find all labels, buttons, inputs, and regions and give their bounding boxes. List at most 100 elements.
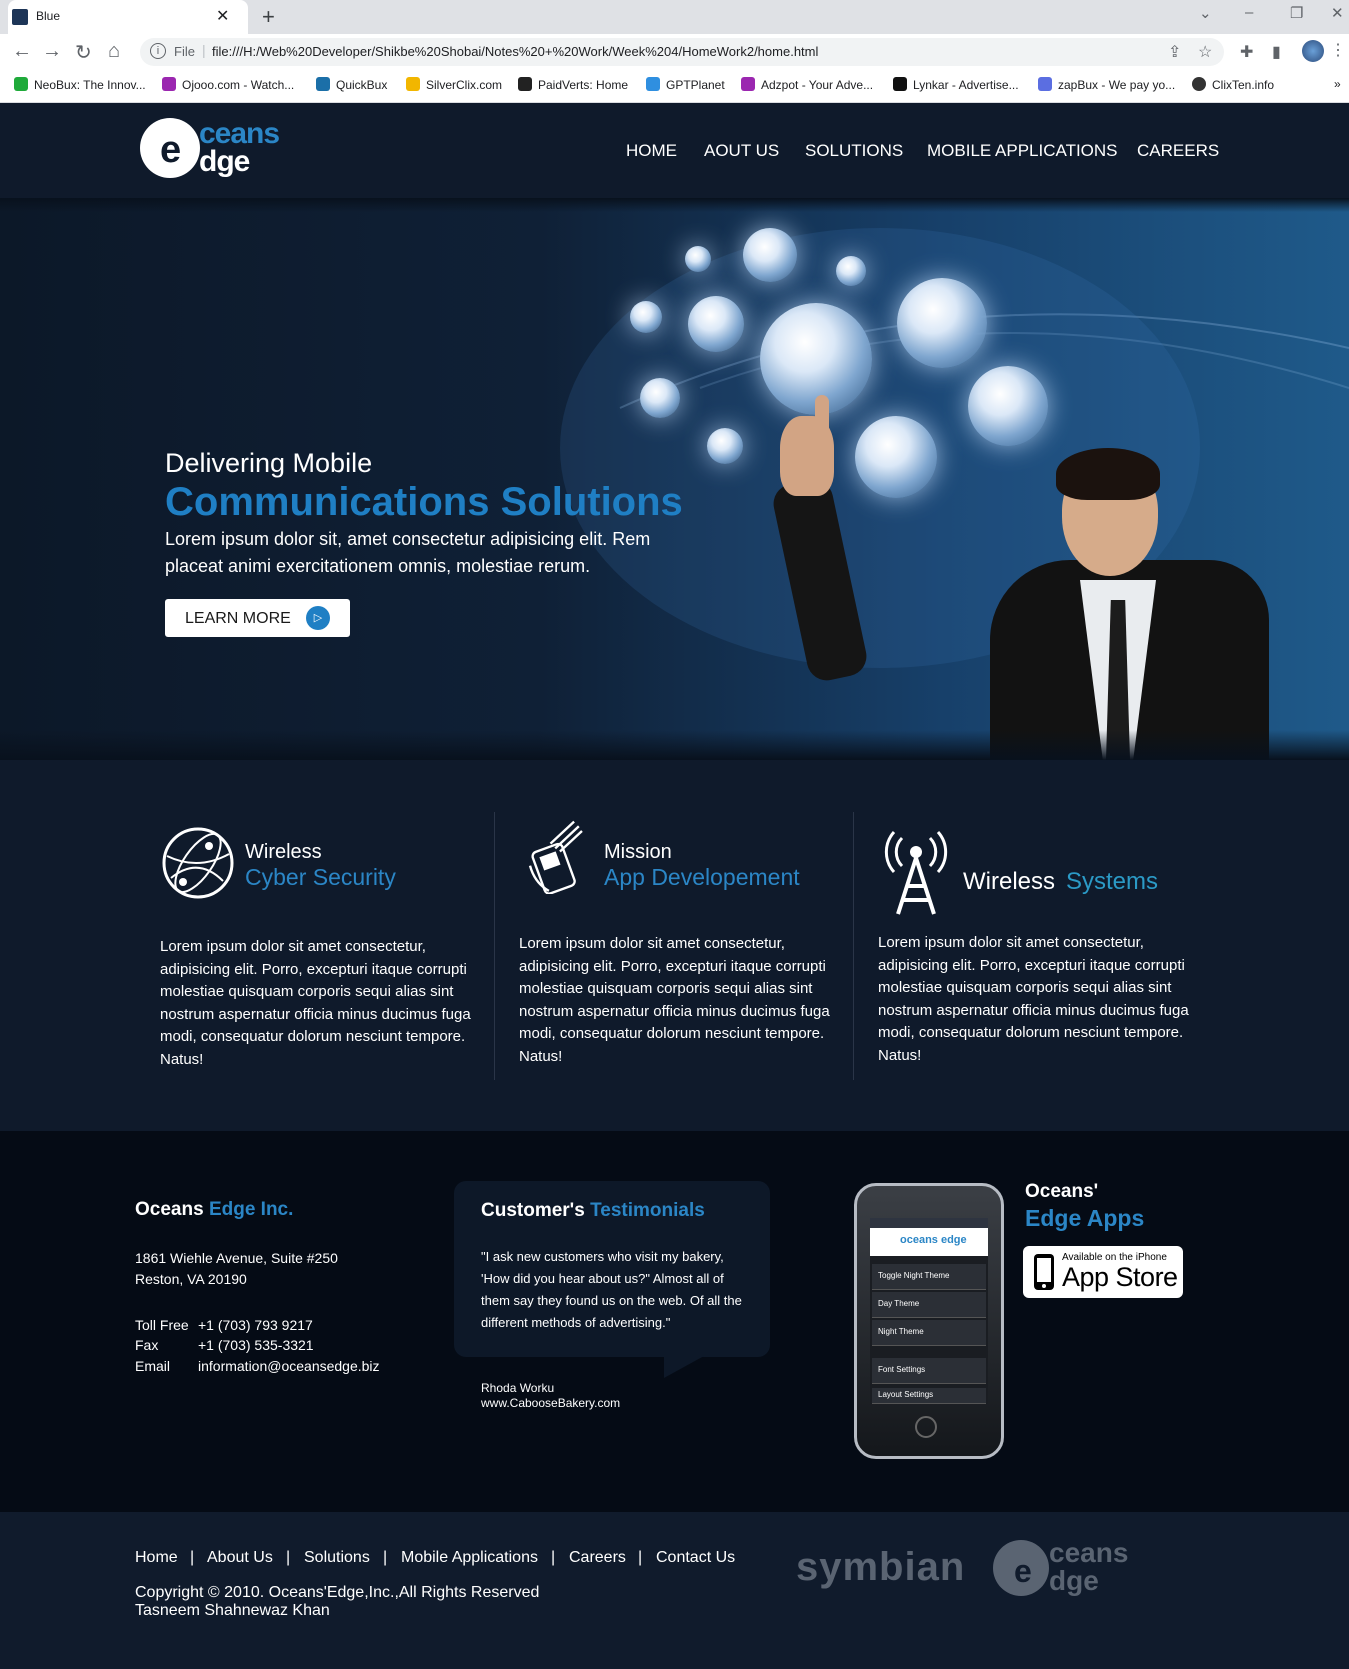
user-bubble-icon <box>855 416 937 498</box>
footer-logo-e-letter: e <box>1014 1553 1032 1589</box>
hero-top-shadow <box>0 198 1349 212</box>
footer-link-separator: | <box>286 1549 291 1566</box>
iphone-icon <box>1034 1254 1054 1290</box>
url-separator: | <box>202 42 206 58</box>
email-link[interactable]: information@oceansedge.biz <box>198 1356 380 1377</box>
back-icon[interactable]: ← <box>12 40 32 63</box>
phone-hand-icon <box>528 820 583 894</box>
user-bubble-icon <box>688 296 744 352</box>
forward-icon[interactable]: → <box>42 40 62 63</box>
bookmark-item[interactable]: PaidVerts: Home <box>518 77 628 92</box>
bookmark-item[interactable]: ClixTen.info <box>1192 77 1274 92</box>
close-window-icon[interactable]: ✕ <box>1331 4 1344 22</box>
feature-divider <box>853 812 854 1080</box>
footer-link-mobile-applications[interactable]: Mobile Applications <box>401 1549 538 1567</box>
bookmark-item[interactable]: SilverClix.com <box>406 77 502 92</box>
network-bubble-icon <box>685 246 711 272</box>
footer-link-separator: | <box>638 1549 643 1566</box>
testimonial-website[interactable]: www.CabooseBakery.com <box>481 1396 620 1410</box>
tab-search-icon[interactable]: ⌄ <box>1199 4 1212 22</box>
symbian-logo: symbian <box>796 1545 966 1589</box>
footer-logo-edge-text: dge <box>1049 1565 1099 1596</box>
bookmark-favicon-icon <box>1192 77 1206 91</box>
bookmark-item[interactable]: zapBux - We pay yo... <box>1038 77 1175 92</box>
site-info-icon[interactable]: i <box>150 43 166 59</box>
bookmark-item[interactable]: Adzpot - Your Adve... <box>741 77 873 92</box>
nav-about[interactable]: AOUT US <box>704 141 779 161</box>
iphone-app-logo: oceans edge <box>900 1234 967 1246</box>
menu-icon[interactable]: ⋮ <box>1330 40 1346 60</box>
footer-link-home[interactable]: Home <box>135 1549 178 1567</box>
globe-icon <box>162 827 234 899</box>
home-icon[interactable]: ⌂ <box>108 40 120 63</box>
restore-icon[interactable]: ❐ <box>1290 4 1303 22</box>
user-bubble-icon <box>836 256 866 286</box>
share-icon[interactable]: ⇪ <box>1168 42 1181 62</box>
url-text[interactable]: file:///H:/Web%20Developer/Shikbe%20Shob… <box>212 44 818 59</box>
bookmarks-overflow-icon[interactable]: » <box>1334 77 1341 91</box>
nav-home[interactable]: HOME <box>626 141 677 161</box>
iphone-setting-row: Font Settings <box>872 1358 986 1384</box>
feature-3-heading: Wireless <box>963 868 1056 895</box>
iphone-home-button <box>915 1416 937 1438</box>
footer-link-separator: | <box>551 1549 556 1566</box>
bookmark-item[interactable]: GPTPlanet <box>646 77 725 92</box>
feature-2-subheading: App Developement <box>604 864 800 890</box>
copyright-text: Copyright © 2010. Oceans'Edge,Inc.,All R… <box>135 1584 540 1601</box>
footer-link-contact[interactable]: Contact Us <box>656 1549 735 1567</box>
bookmark-item[interactable]: Ojooo.com - Watch... <box>162 77 294 92</box>
bookmark-favicon-icon <box>162 77 176 91</box>
tab-close-icon[interactable]: ✕ <box>216 6 229 26</box>
footer-link-separator: | <box>383 1549 388 1566</box>
bookmark-item[interactable]: QuickBux <box>316 77 387 92</box>
nav-solutions[interactable]: SOLUTIONS <box>805 141 903 161</box>
bookmark-favicon-icon <box>518 77 532 91</box>
profile-avatar[interactable] <box>1302 40 1324 62</box>
bookmark-item[interactable]: NeoBux: The Innov... <box>14 77 146 92</box>
tab-favicon-icon <box>12 9 28 25</box>
footer-link-separator: | <box>190 1549 195 1566</box>
learn-more-label: LEARN MORE <box>185 610 291 627</box>
reload-icon[interactable]: ↻ <box>75 40 92 65</box>
testimonial-quote: "I ask new customers who visit my bakery… <box>481 1249 742 1330</box>
author-text: Tasneem Shahnewaz Khan <box>135 1602 330 1619</box>
feature-1-description: Lorem ipsum dolor sit amet consectetur, … <box>160 938 471 1068</box>
footer-link-about[interactable]: About Us <box>207 1549 273 1567</box>
footer-logo-oceans-text: ceans <box>1049 1537 1129 1568</box>
bookmark-favicon-icon <box>893 77 907 91</box>
logo-e-letter: e <box>160 129 182 171</box>
tab-title: Blue <box>36 9 61 23</box>
toll-free-number: +1 (703) 793 9217 <box>198 1317 313 1333</box>
bookmark-favicon-icon <box>646 77 660 91</box>
nav-careers[interactable]: CAREERS <box>1137 141 1219 161</box>
side-panel-icon[interactable]: ▮ <box>1272 42 1281 62</box>
bookmark-favicon-icon <box>14 77 28 91</box>
antenna-tower-icon <box>884 831 948 915</box>
feature-1-subheading: Cyber Security <box>245 864 396 890</box>
footer-link-careers[interactable]: Careers <box>569 1549 626 1567</box>
bookmark-favicon-icon <box>1038 77 1052 91</box>
minimize-icon[interactable]: – <box>1245 4 1253 21</box>
feature-3-description: Lorem ipsum dolor sit amet consectetur, … <box>878 934 1189 1064</box>
hero-title: Communications Solutions <box>165 480 683 524</box>
footer-link-solutions[interactable]: Solutions <box>304 1549 370 1567</box>
extensions-icon[interactable]: ✚ <box>1240 42 1253 62</box>
url-scheme-label: File <box>174 44 195 59</box>
hero-description: Lorem ipsum dolor sit, amet consectetur … <box>165 529 651 576</box>
bookmark-item[interactable]: Lynkar - Advertise... <box>893 77 1019 92</box>
bookmark-favicon-icon <box>406 77 420 91</box>
play-arrow-icon: ▷ <box>306 606 330 630</box>
fax-number: +1 (703) 535-3321 <box>198 1337 314 1353</box>
iphone-setting-row: Layout Settings <box>872 1388 986 1404</box>
app-store-label: App Store <box>1062 1262 1178 1292</box>
company-title: Oceans Edge Inc. <box>135 1199 294 1220</box>
user-bubble-icon <box>968 366 1048 446</box>
feature-2-description: Lorem ipsum dolor sit amet consectetur, … <box>519 935 830 1065</box>
logo-edge-text: dge <box>199 145 250 178</box>
bookmark-star-icon[interactable]: ☆ <box>1198 42 1212 62</box>
nav-mobile-applications[interactable]: MOBILE APPLICATIONS <box>927 141 1118 161</box>
new-tab-button[interactable]: + <box>262 4 275 30</box>
hero-person-finger <box>815 395 829 435</box>
feature-2-heading: Mission <box>604 841 672 863</box>
hero-subtitle: Delivering Mobile <box>165 448 373 478</box>
